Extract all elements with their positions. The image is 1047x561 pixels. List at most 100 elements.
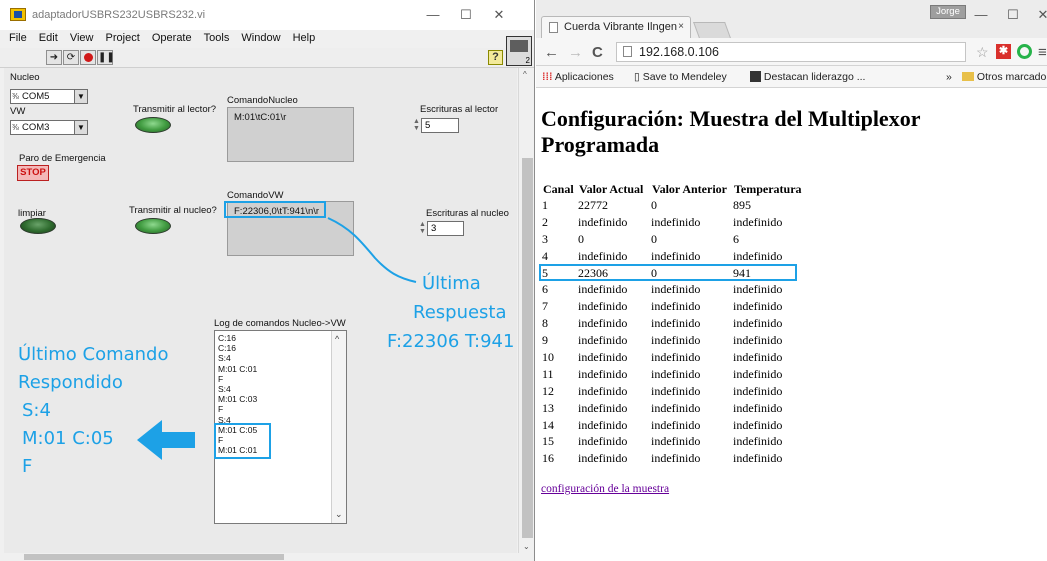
table-cell: 6 <box>733 231 739 246</box>
minimize-button[interactable]: — <box>966 6 996 24</box>
table-row: 16 indefinido indefinido indefinido <box>542 450 803 467</box>
table-cell: indefinido <box>651 349 701 364</box>
table-cell: 6 <box>542 282 548 297</box>
highlight-row-5 <box>539 264 797 281</box>
table-cell: indefinido <box>733 366 783 381</box>
table-cell: indefinido <box>733 316 783 331</box>
bookmark-destacan[interactable]: Destacan liderazgo ... <box>750 71 865 83</box>
bookmarks-overflow[interactable]: » <box>946 71 952 83</box>
curve-arrow <box>327 217 417 283</box>
user-profile-button[interactable]: Jorge <box>930 5 966 19</box>
extension-green-icon[interactable] <box>1017 44 1032 59</box>
table-cell: indefinido <box>578 434 628 449</box>
annotation-s4: S:4 <box>22 400 51 421</box>
table-row: 4 indefinido indefinido indefinido <box>542 248 803 265</box>
bookmark-apps[interactable]: ⁞⁞⁞ Aplicaciones <box>542 71 614 83</box>
table-cell: indefinido <box>578 383 628 398</box>
table-cell: indefinido <box>578 366 628 381</box>
table-cell: indefinido <box>651 366 701 381</box>
table-cell: indefinido <box>578 316 628 331</box>
close-button[interactable]: ✕ <box>1028 6 1047 24</box>
chrome-window: Cuerda Vibrante Ilngen × Jorge — ☐ ✕ ← →… <box>536 0 1047 561</box>
bookmark-mendeley[interactable]: ▯ Save to Mendeley <box>634 71 727 83</box>
annotation-ultima: Última <box>422 273 481 294</box>
annotation-respondido: Respondido <box>18 372 123 393</box>
table-cell: indefinido <box>578 299 628 314</box>
address-bar[interactable]: 192.168.0.106 <box>616 42 966 62</box>
table-row: 7 indefinido indefinido indefinido <box>542 298 803 315</box>
browser-tab[interactable]: Cuerda Vibrante Ilngen × <box>541 16 691 38</box>
new-tab-button[interactable] <box>693 22 731 38</box>
table-row: 15 indefinido indefinido indefinido <box>542 433 803 450</box>
annotation-f: F <box>22 456 33 477</box>
chrome-tabstrip[interactable]: Cuerda Vibrante Ilngen × Jorge — ☐ ✕ <box>536 0 1047 38</box>
annotation-ultimo-comando: Último Comando <box>18 344 169 365</box>
extension-icon[interactable]: ✱ <box>996 44 1011 59</box>
tab-close-icon[interactable]: × <box>678 17 684 37</box>
apps-grid-icon: ⁞⁞⁞ <box>542 71 553 83</box>
page-icon: ▯ <box>634 71 640 83</box>
page-icon <box>623 46 632 57</box>
table-cell: indefinido <box>651 316 701 331</box>
table-cell: indefinido <box>651 299 701 314</box>
maximize-button[interactable]: ☐ <box>998 6 1028 24</box>
table-cell: 2 <box>542 214 548 229</box>
table-cell: indefinido <box>733 282 783 297</box>
site-icon <box>750 71 761 82</box>
table-row: 12 indefinido indefinido indefinido <box>542 383 803 400</box>
table-cell: 8 <box>542 316 548 331</box>
forward-arrow-icon[interactable]: → <box>568 44 583 61</box>
table-cell: indefinido <box>651 383 701 398</box>
table-cell: 22772 <box>578 197 608 212</box>
table-cell: indefinido <box>578 333 628 348</box>
column-header: Valor Anterior <box>652 181 727 196</box>
table-cell: indefinido <box>733 451 783 466</box>
table-cell: indefinido <box>651 214 701 229</box>
page-content: Configuración: Muestra del Multiplexor P… <box>536 89 1047 561</box>
table-cell: indefinido <box>733 400 783 415</box>
page-icon <box>549 22 558 33</box>
folder-icon <box>962 72 974 81</box>
channels-table: Canal Valor Actual Valor Anterior Temperatu… <box>542 181 803 467</box>
left-arrow-icon <box>137 420 195 460</box>
table-body: 1 22772 0 895 2 indefinido indefinido indefinid… <box>542 197 803 467</box>
reload-icon[interactable]: C <box>592 44 603 61</box>
desktop: adaptadorUSBRS232USBRS232.vi — ☐ ✕ File … <box>0 0 1047 561</box>
table-cell: 895 <box>733 197 751 212</box>
star-icon[interactable]: ☆ <box>976 44 989 61</box>
table-row: 10 indefinido indefinido indefinido <box>542 349 803 366</box>
table-cell: 11 <box>542 366 554 381</box>
table-row: 6 indefinido indefinido indefinido <box>542 281 803 298</box>
column-header: Valor Actual <box>579 181 644 196</box>
table-cell: indefinido <box>733 434 783 449</box>
table-cell: indefinido <box>651 333 701 348</box>
chrome-toolbar: ← → C 192.168.0.106 ☆ ✱ ≡ <box>536 38 1047 66</box>
table-row: 9 indefinido indefinido indefinido <box>542 332 803 349</box>
table-cell: indefinido <box>578 248 628 263</box>
table-cell: indefinido <box>578 282 628 297</box>
table-cell: 13 <box>542 400 554 415</box>
table-cell: indefinido <box>733 349 783 364</box>
table-cell: indefinido <box>733 299 783 314</box>
table-cell: indefinido <box>578 400 628 415</box>
back-arrow-icon[interactable]: ← <box>544 44 559 61</box>
menu-icon[interactable]: ≡ <box>1038 44 1047 61</box>
table-cell: indefinido <box>651 417 701 432</box>
table-cell: indefinido <box>651 434 701 449</box>
table-cell: 0 <box>651 231 657 246</box>
annotation-m01c05: M:01 C:05 <box>22 428 114 449</box>
table-cell: indefinido <box>651 451 701 466</box>
configuracion-link[interactable]: configuración de la muestra <box>541 483 669 495</box>
table-cell: indefinido <box>578 451 628 466</box>
table-cell: indefinido <box>578 417 628 432</box>
bookmark-otros[interactable]: Otros marcadores <box>962 71 1047 83</box>
labview-window: adaptadorUSBRS232USBRS232.vi — ☐ ✕ File … <box>0 0 535 561</box>
table-row: 3 0 0 6 <box>542 231 803 248</box>
annotation-respuesta: Respuesta <box>413 302 507 323</box>
table-cell: indefinido <box>651 248 701 263</box>
table-cell: 14 <box>542 417 554 432</box>
table-cell: 4 <box>542 248 548 263</box>
table-row: 11 indefinido indefinido indefinido <box>542 366 803 383</box>
column-header: Canal <box>543 181 574 196</box>
table-cell: 15 <box>542 434 554 449</box>
